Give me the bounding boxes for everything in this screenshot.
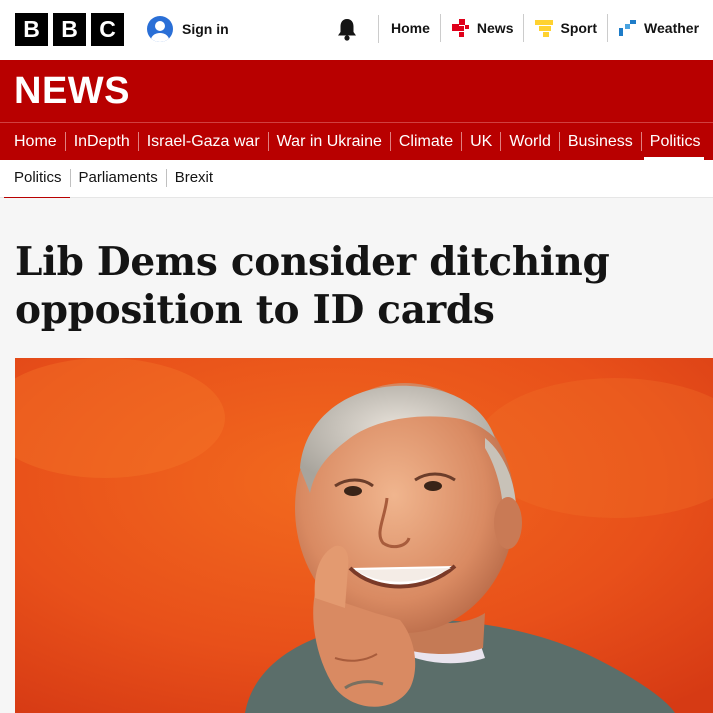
top-nav-label: Sport	[560, 20, 598, 36]
section-nav-war-in-ukraine[interactable]: War in Ukraine	[269, 132, 391, 151]
weather-icon	[619, 20, 637, 36]
top-nav-weather[interactable]: Weather	[608, 14, 709, 42]
top-nav-news[interactable]: News	[441, 14, 525, 42]
article-hero-image	[15, 358, 713, 713]
section-nav: Home InDepth Israel-Gaza war War in Ukra…	[0, 122, 713, 160]
headline-line: Lib Dems consider ditching	[15, 239, 610, 285]
section-nav-home[interactable]: Home	[6, 132, 66, 151]
sub-nav: Politics Parliaments Brexit	[0, 160, 713, 200]
news-wordmark[interactable]: NEWS	[14, 70, 130, 113]
bbc-logo[interactable]: B B C	[15, 13, 124, 46]
bbc-logo-letter: C	[91, 13, 124, 46]
news-icon	[451, 19, 469, 37]
notifications-bell-icon[interactable]	[336, 17, 358, 41]
top-nav-home[interactable]: Home	[379, 14, 441, 42]
hero-photo	[15, 358, 713, 713]
sub-nav-brexit[interactable]: Brexit	[167, 169, 221, 187]
headline-line: opposition to ID cards	[15, 287, 495, 333]
sub-nav-parliaments[interactable]: Parliaments	[71, 169, 167, 187]
sub-nav-politics[interactable]: Politics	[4, 169, 71, 200]
top-nav-label: Weather	[644, 20, 700, 36]
section-nav-indepth[interactable]: InDepth	[66, 132, 139, 151]
section-nav-business[interactable]: Business	[560, 132, 642, 151]
bbc-logo-letter: B	[53, 13, 86, 46]
section-nav-politics[interactable]: Politics	[642, 132, 709, 160]
top-nav-sport[interactable]: Sport	[524, 14, 609, 42]
article-headline: Lib Dems consider ditching opposition to…	[15, 238, 675, 334]
section-nav-world[interactable]: World	[501, 132, 560, 151]
section-nav-uk[interactable]: UK	[462, 132, 502, 151]
top-bar: B B C Sign in Home News Sport Weather	[0, 0, 713, 60]
sign-in-link[interactable]: Sign in	[147, 16, 229, 42]
article: Lib Dems consider ditching opposition to…	[0, 198, 713, 713]
top-nav-label: Home	[391, 20, 430, 36]
top-nav: Home News Sport Weather	[379, 14, 709, 42]
news-masthead: NEWS	[0, 60, 713, 122]
section-nav-israel-gaza-war[interactable]: Israel-Gaza war	[139, 132, 269, 151]
user-account-icon	[147, 16, 173, 42]
top-nav-label: News	[476, 20, 514, 36]
section-nav-climate[interactable]: Climate	[391, 132, 463, 151]
sign-in-label: Sign in	[182, 21, 229, 37]
bbc-logo-letter: B	[15, 13, 48, 46]
sport-icon	[535, 20, 554, 37]
